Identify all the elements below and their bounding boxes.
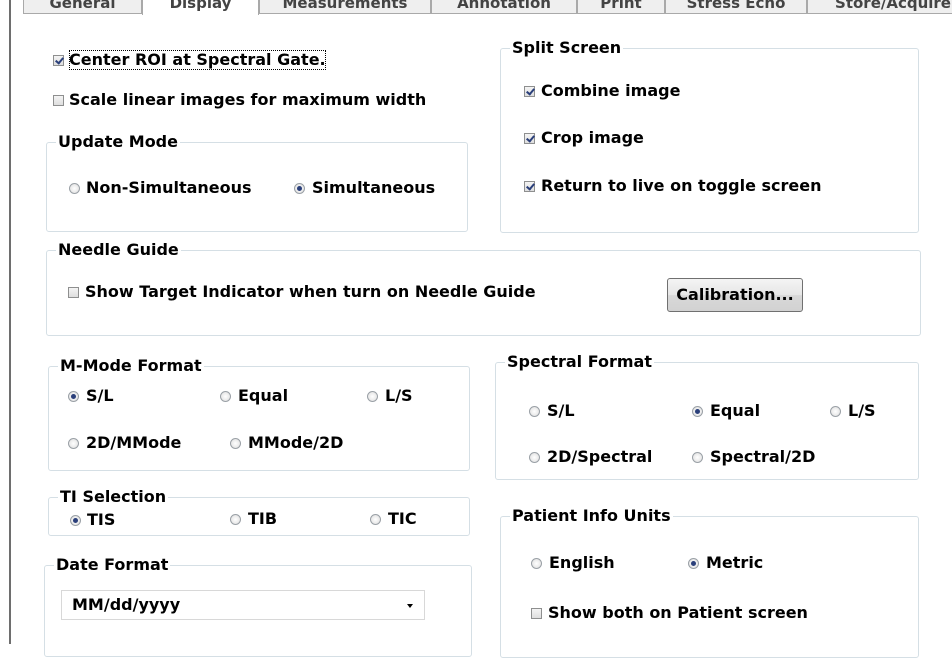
mmode-ls-label: L/S [385,386,413,405]
show-target-label: Show Target Indicator when turn on Needl… [85,282,536,301]
tab-store-acquire[interactable]: Store/Acquire [807,0,952,14]
scale-linear-checkbox[interactable] [53,95,64,106]
units-english-radio[interactable] [531,558,542,569]
simultaneous-label: Simultaneous [312,178,436,197]
scale-linear-label: Scale linear images for maximum width [69,90,427,109]
mmode-mmode-2d-label: MMode/2D [248,433,344,452]
show-target-checkbox[interactable] [68,287,79,298]
tab-measurements[interactable]: Measurements [259,0,431,14]
window-left-edge [0,0,11,644]
ti-tic-radio[interactable] [370,514,381,525]
mmode-equal-radio[interactable] [220,391,231,402]
combine-image-label: Combine image [541,81,681,100]
mmode-ls-radio[interactable] [367,391,378,402]
spectral-sl-radio[interactable] [529,406,540,417]
ti-tib-label: TIB [248,509,278,528]
spectral-format-title: Spectral Format [505,352,654,372]
mmode-format-group: M-Mode Format [48,356,470,471]
spectral-spectral-2d-label: Spectral/2D [710,447,816,466]
center-roi-checkbox[interactable] [53,55,64,66]
ti-tib-radio[interactable] [230,514,241,525]
tab-stress-echo[interactable]: Stress Echo [665,0,807,14]
combine-image-checkbox[interactable] [524,86,535,97]
ti-selection-title: TI Selection [58,487,169,507]
patient-units-group: Patient Info Units [500,506,919,658]
non-simultaneous-radio[interactable] [69,183,80,194]
ti-tic-label: TIC [388,509,417,528]
tab-display[interactable]: Display [142,0,259,15]
crop-image-label: Crop image [541,128,644,147]
update-mode-title: Update Mode [56,132,180,152]
center-roi-label: Center ROI at Spectral Gate. [69,50,326,70]
mmode-2d-mmode-label: 2D/MMode [86,433,182,452]
date-format-value: MM/dd/yyyy [72,595,181,614]
units-metric-radio[interactable] [688,558,699,569]
needle-guide-title: Needle Guide [56,240,181,260]
units-english-label: English [549,553,615,572]
mmode-sl-label: S/L [86,386,114,405]
non-simultaneous-label: Non-Simultaneous [86,178,252,197]
date-format-select[interactable]: MM/dd/yyyy [61,590,425,620]
patient-units-title: Patient Info Units [510,506,673,526]
spectral-equal-radio[interactable] [692,406,703,417]
chevron-down-icon [407,604,413,608]
return-live-checkbox[interactable] [524,181,535,192]
spectral-2d-spectral-radio[interactable] [529,452,540,463]
units-metric-label: Metric [706,553,764,572]
tab-general[interactable]: General [23,0,142,14]
crop-image-checkbox[interactable] [524,133,535,144]
tab-print[interactable]: Print [577,0,665,14]
mmode-mmode-2d-radio[interactable] [230,438,241,449]
show-both-checkbox[interactable] [531,608,542,619]
mmode-equal-label: Equal [238,386,289,405]
tab-strip: General Display Measurements Annotation … [11,0,952,15]
calibration-button[interactable]: Calibration... [667,278,803,312]
show-both-label: Show both on Patient screen [548,603,808,622]
split-screen-title: Split Screen [510,38,624,58]
simultaneous-radio[interactable] [294,183,305,194]
mmode-2d-mmode-radio[interactable] [68,438,79,449]
ti-tis-label: TIS [87,510,116,529]
spectral-ls-label: L/S [848,401,876,420]
ti-tis-radio[interactable] [70,515,81,526]
spectral-sl-label: S/L [547,401,575,420]
mmode-sl-radio[interactable] [68,391,79,402]
spectral-ls-radio[interactable] [830,406,841,417]
spectral-spectral-2d-radio[interactable] [692,452,703,463]
mmode-format-title: M-Mode Format [58,356,204,376]
spectral-2d-spectral-label: 2D/Spectral [547,447,653,466]
date-format-title: Date Format [54,555,171,575]
tab-annotation[interactable]: Annotation [431,0,577,14]
return-live-label: Return to live on toggle screen [541,176,822,195]
spectral-equal-label: Equal [710,401,761,420]
